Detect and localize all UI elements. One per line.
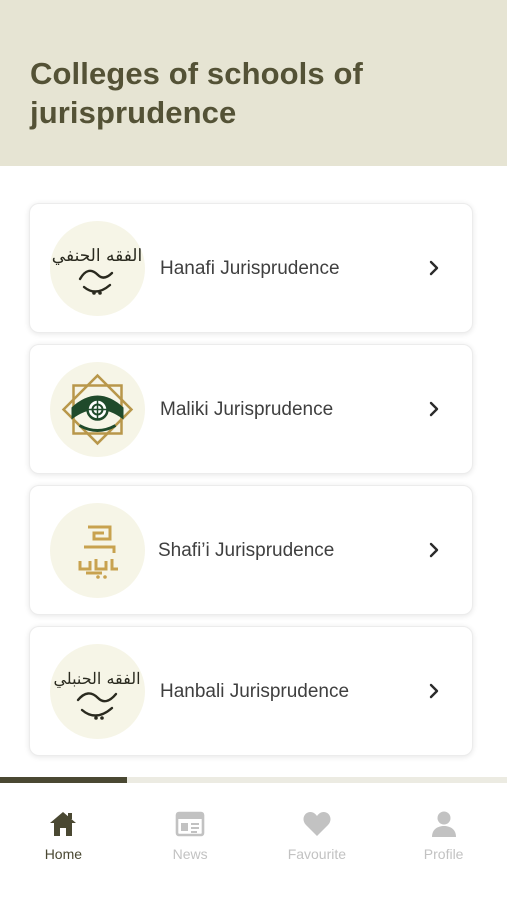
heart-icon xyxy=(300,808,334,840)
shafii-kufic-logo xyxy=(50,503,145,598)
school-label: Hanbali Jurisprudence xyxy=(160,681,350,702)
school-card-maliki[interactable]: Maliki Jurisprudence xyxy=(29,344,473,474)
hanbali-logo-line1: الفقه الحنبلي xyxy=(53,669,140,688)
page-title-line2: jurisprudence xyxy=(30,95,237,130)
hanafi-calligraphy-logo: الفقه الحنفي xyxy=(50,221,145,316)
maliki-star-emblem-logo xyxy=(50,362,145,457)
bottom-navigation: Home News Favourite Profile xyxy=(0,783,507,900)
nav-profile[interactable]: Profile xyxy=(380,783,507,900)
school-label: Maliki Jurisprudence xyxy=(160,399,334,420)
nav-label-favourite: Favourite xyxy=(287,846,347,862)
nav-label-profile: Profile xyxy=(423,846,464,862)
school-card-hanafi[interactable]: الفقه الحنفي Hanafi Jurisprudence xyxy=(29,203,473,333)
school-label: Shafi’i Jurisprudence xyxy=(158,540,335,561)
page-title: Colleges of schools of jurisprudence xyxy=(30,54,477,132)
chevron-right-icon xyxy=(424,680,444,702)
page-title-line1: Colleges of schools of xyxy=(30,56,363,91)
nav-home[interactable]: Home xyxy=(0,783,127,900)
hanbali-calligraphy-logo: الفقه الحنبلي xyxy=(50,644,145,739)
chevron-right-icon xyxy=(424,398,444,420)
nav-news[interactable]: News xyxy=(127,783,254,900)
home-icon xyxy=(46,808,80,840)
nav-label-home: Home xyxy=(44,846,83,862)
nav-favourite[interactable]: Favourite xyxy=(254,783,381,900)
chevron-right-icon xyxy=(424,257,444,279)
school-label: Hanafi Jurisprudence xyxy=(160,258,340,279)
page-header: Colleges of schools of jurisprudence xyxy=(0,0,507,166)
school-card-shafii[interactable]: Shafi’i Jurisprudence xyxy=(29,485,473,615)
school-card-hanbali[interactable]: الفقه الحنبلي Hanbali Jurisprudence xyxy=(29,626,473,756)
schools-list: الفقه الحنفي Hanafi Jurisprudence Maliki… xyxy=(29,203,473,767)
hanafi-logo-line1: الفقه الحنفي xyxy=(52,246,142,266)
app-screen: Colleges of schools of jurisprudence الف… xyxy=(0,0,507,900)
news-icon xyxy=(173,808,207,840)
profile-icon xyxy=(427,808,461,840)
chevron-right-icon xyxy=(424,539,444,561)
nav-label-news: News xyxy=(172,846,208,862)
